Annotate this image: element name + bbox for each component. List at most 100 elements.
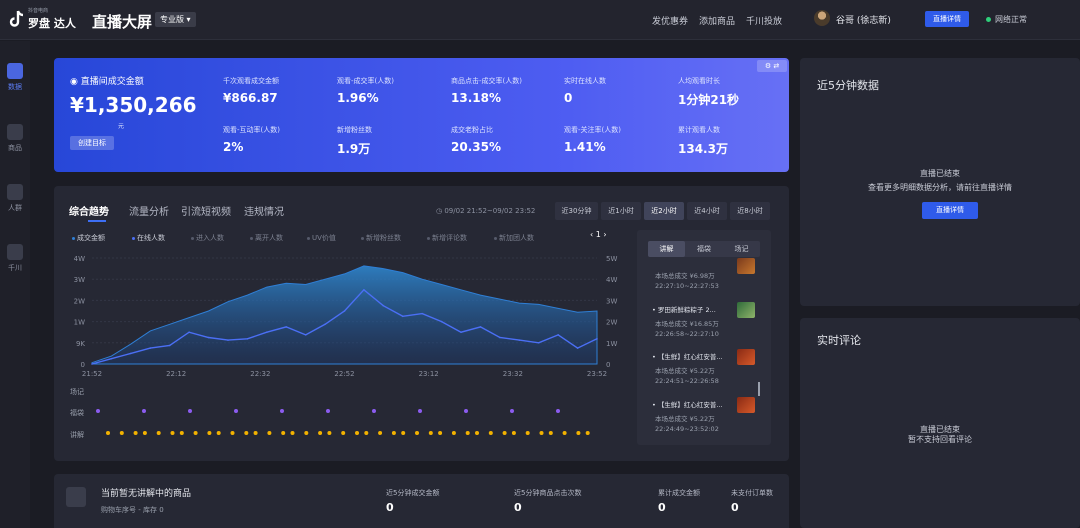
list-item-time: 22:26:58~22:27:10 bbox=[655, 330, 719, 338]
y-left-tick-label: 4W bbox=[74, 255, 85, 263]
jiangjie-marker[interactable] bbox=[142, 431, 147, 435]
list-item-time: 22:27:10~22:27:53 bbox=[655, 282, 719, 290]
jiangjie-marker[interactable] bbox=[267, 431, 272, 435]
online-point bbox=[596, 338, 598, 340]
jiangjie-marker[interactable] bbox=[401, 431, 406, 435]
live-ended-message: 直播已结束 bbox=[920, 169, 960, 178]
online-point bbox=[401, 315, 404, 318]
online-point bbox=[479, 326, 482, 328]
jiangjie-marker[interactable] bbox=[438, 431, 443, 435]
jiangjie-marker[interactable] bbox=[318, 431, 323, 435]
jiangjie-marker[interactable] bbox=[364, 431, 369, 435]
jiangjie-marker[interactable] bbox=[133, 431, 138, 435]
online-point bbox=[246, 338, 249, 340]
fudai-marker[interactable] bbox=[142, 409, 146, 413]
online-point bbox=[576, 347, 579, 349]
jiangjie-marker[interactable] bbox=[465, 431, 470, 435]
x-tick-label: 22:12 bbox=[166, 370, 186, 378]
x-tick-label: 21:52 bbox=[82, 370, 102, 378]
list-item-time: 22:24:49~23:52:02 bbox=[655, 425, 719, 433]
online-point bbox=[149, 347, 152, 349]
fudai-marker[interactable] bbox=[556, 409, 560, 413]
jiangjie-marker[interactable] bbox=[562, 431, 567, 435]
explain-list-tabs: 讲解 福袋 场记 bbox=[648, 241, 760, 257]
jiangjie-marker[interactable] bbox=[576, 431, 581, 435]
product-thumbnail[interactable] bbox=[737, 349, 755, 365]
jiangjie-marker[interactable] bbox=[511, 431, 516, 435]
jiangjie-marker[interactable] bbox=[539, 431, 544, 435]
y-right-tick-label: 1W bbox=[606, 340, 617, 348]
jiangjie-marker[interactable] bbox=[548, 431, 553, 435]
jiangjie-marker[interactable] bbox=[281, 431, 286, 435]
jiangjie-marker[interactable] bbox=[585, 431, 590, 435]
go-live-detail-button[interactable]: 直播详情 bbox=[922, 202, 978, 219]
jiangjie-marker[interactable] bbox=[119, 431, 124, 435]
jiangjie-marker[interactable] bbox=[193, 431, 198, 435]
jiangjie-marker[interactable] bbox=[327, 431, 332, 435]
jiangjie-marker[interactable] bbox=[391, 431, 396, 435]
fudai-marker[interactable] bbox=[96, 409, 100, 413]
list-tab-fudai[interactable]: 福袋 bbox=[685, 241, 723, 257]
online-point bbox=[343, 310, 346, 312]
online-point bbox=[382, 304, 385, 307]
jiangjie-marker[interactable] bbox=[428, 431, 433, 435]
jiangjie-marker[interactable] bbox=[244, 431, 249, 435]
jiangjie-marker[interactable] bbox=[207, 431, 212, 435]
fudai-marker[interactable] bbox=[372, 409, 376, 413]
y-left-tick-label: 1W bbox=[74, 319, 85, 327]
current-product-panel bbox=[54, 474, 789, 528]
fudai-marker[interactable] bbox=[234, 409, 238, 413]
jiangjie-marker[interactable] bbox=[502, 431, 507, 435]
y-left-tick-label: 9K bbox=[76, 340, 85, 348]
online-point bbox=[518, 339, 521, 341]
jiangjie-marker[interactable] bbox=[290, 431, 295, 435]
fudai-marker[interactable] bbox=[188, 409, 192, 413]
list-item-title[interactable]: • 【生鲜】红心红安普... bbox=[652, 351, 723, 361]
jiangjie-marker[interactable] bbox=[525, 431, 530, 435]
list-item-gmv: 本场总成交 ¥6.98万 bbox=[655, 272, 715, 280]
current-product-title: 当前暂无讲解中的商品 bbox=[101, 489, 192, 499]
jiangjie-marker[interactable] bbox=[488, 431, 493, 435]
jiangjie-marker[interactable] bbox=[475, 431, 479, 435]
jiangjie-marker[interactable] bbox=[451, 431, 456, 435]
y-left-tick-label: 3W bbox=[74, 276, 85, 284]
fudai-marker[interactable] bbox=[326, 409, 330, 413]
realtime-comments-title: 实时评论 bbox=[817, 334, 861, 347]
x-tick-label: 23:52 bbox=[587, 370, 607, 378]
stat-value: 0 bbox=[386, 501, 394, 514]
online-point bbox=[227, 339, 229, 341]
list-scrollbar[interactable] bbox=[758, 382, 760, 396]
fudai-marker[interactable] bbox=[464, 409, 468, 413]
jiangjie-marker[interactable] bbox=[341, 431, 346, 435]
list-tab-changji[interactable]: 场记 bbox=[723, 241, 760, 257]
jiangjie-marker[interactable] bbox=[253, 431, 258, 435]
product-thumbnail[interactable] bbox=[737, 397, 755, 413]
online-point bbox=[499, 336, 501, 339]
y-right-tick-label: 4W bbox=[606, 276, 617, 284]
jiangjie-marker[interactable] bbox=[355, 431, 359, 435]
fudai-marker[interactable] bbox=[280, 409, 284, 413]
jiangjie-marker[interactable] bbox=[106, 431, 110, 435]
product-thumbnail[interactable] bbox=[737, 302, 755, 318]
y-left-tick-label: 2W bbox=[74, 297, 85, 305]
jiangjie-marker[interactable] bbox=[378, 431, 383, 435]
fudai-marker[interactable] bbox=[510, 409, 514, 413]
jiangjie-marker[interactable] bbox=[156, 431, 161, 435]
fudai-marker[interactable] bbox=[418, 409, 422, 413]
x-tick-label: 22:52 bbox=[334, 370, 354, 378]
jiangjie-marker[interactable] bbox=[216, 431, 221, 435]
list-item-title[interactable]: • 【生鲜】红心红安普... bbox=[652, 399, 723, 409]
product-thumbnail[interactable] bbox=[737, 258, 755, 274]
online-point bbox=[110, 357, 113, 360]
stat-label: 近5分钟成交金额 bbox=[386, 489, 440, 497]
jiangjie-marker[interactable] bbox=[179, 431, 184, 435]
stat-value: 0 bbox=[731, 501, 739, 514]
jiangjie-marker[interactable] bbox=[304, 431, 309, 435]
list-item-title[interactable]: • 罗田新鲜粽粽子 2... bbox=[652, 304, 716, 314]
x-tick-label: 22:32 bbox=[250, 370, 270, 378]
gmv-area-series bbox=[91, 265, 598, 365]
jiangjie-marker[interactable] bbox=[170, 431, 175, 435]
jiangjie-marker[interactable] bbox=[230, 431, 235, 435]
jiangjie-marker[interactable] bbox=[415, 431, 419, 435]
list-tab-explain[interactable]: 讲解 bbox=[648, 241, 685, 257]
